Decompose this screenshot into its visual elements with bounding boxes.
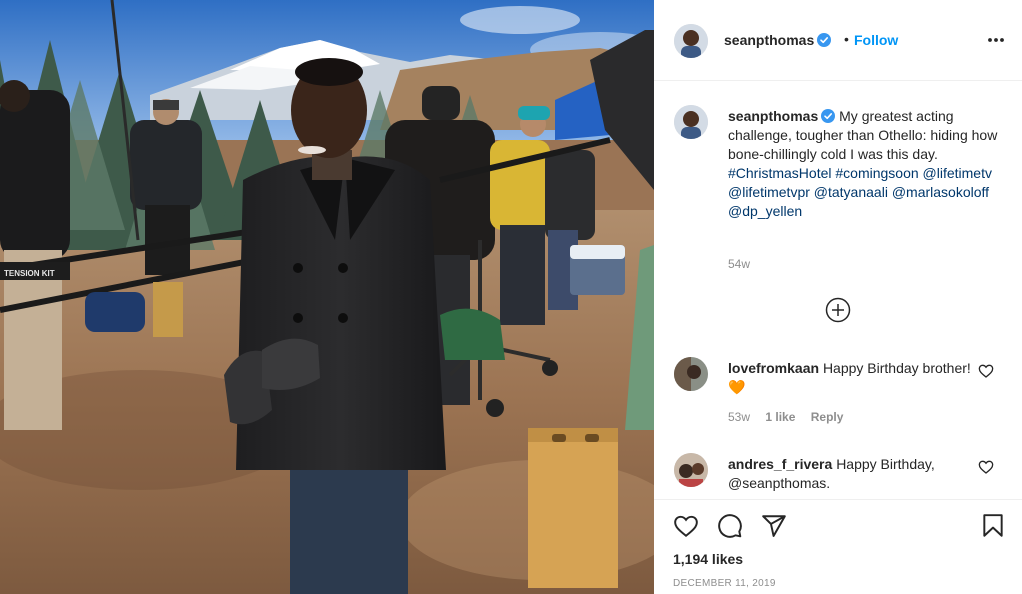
comment-text-block: lovefromkaan Happy Birthday brother! 🧡	[728, 359, 978, 397]
comment-timestamp[interactable]: 53w	[728, 410, 750, 424]
header-separator: •	[844, 31, 849, 47]
avatar-image	[674, 24, 708, 58]
caption-timestamp[interactable]: 54w	[728, 257, 750, 271]
share-icon[interactable]	[761, 513, 787, 539]
instagram-post: TENSION KIT seanpthomas • Follow seanpth…	[0, 0, 1022, 594]
heart-icon[interactable]	[673, 513, 699, 539]
verified-badge-icon	[821, 109, 836, 123]
follow-button[interactable]: Follow	[854, 32, 898, 48]
avatar-image	[674, 105, 708, 139]
author-avatar[interactable]	[674, 24, 708, 58]
author-username[interactable]: seanpthomas	[724, 32, 832, 48]
comment-meta: 53w 1 like Reply	[728, 410, 855, 424]
post-photo[interactable]: TENSION KIT	[0, 0, 654, 594]
bookmark-icon[interactable]	[980, 513, 1006, 539]
comment-icon[interactable]	[717, 513, 743, 539]
comment-like-icon[interactable]	[978, 459, 994, 475]
comments-list[interactable]: seanpthomas My greatest acting challenge…	[654, 81, 1022, 499]
comment-username[interactable]: lovefromkaan	[728, 360, 819, 376]
caption-text-block: seanpthomas My greatest acting challenge…	[728, 107, 998, 221]
post-sidebar: seanpthomas • Follow seanpthomas My grea…	[654, 0, 1022, 594]
photo-apple-box-text: TENSION KIT	[4, 269, 55, 278]
comment-like-icon[interactable]	[978, 363, 994, 379]
commenter-avatar[interactable]	[674, 453, 708, 487]
post-date[interactable]: DECEMBER 11, 2019	[673, 578, 776, 589]
reply-button[interactable]: Reply	[811, 410, 844, 424]
comment-username[interactable]: andres_f_rivera	[728, 456, 832, 472]
more-options-icon[interactable]	[986, 30, 1006, 50]
author-username-text[interactable]: seanpthomas	[724, 32, 814, 48]
caption-tags[interactable]: #ChristmasHotel #comingsoon @lifetimetv …	[728, 165, 992, 219]
likes-count[interactable]: 1,194 likes	[673, 551, 743, 567]
photo-illustration: TENSION KIT	[0, 0, 654, 594]
post-header: seanpthomas • Follow	[654, 0, 1022, 81]
comment-likes[interactable]: 1 like	[765, 410, 795, 424]
caption-avatar[interactable]	[674, 105, 708, 139]
avatar-image	[674, 453, 708, 487]
post-actions: 1,194 likes DECEMBER 11, 2019	[654, 499, 1022, 594]
avatar-image	[674, 357, 708, 391]
verified-badge-icon	[817, 33, 832, 47]
load-more-icon[interactable]	[825, 297, 851, 323]
comment-text-block: andres_f_rivera Happy Birthday, @seanpth…	[728, 455, 978, 493]
caption-username[interactable]: seanpthomas	[728, 108, 818, 124]
commenter-avatar[interactable]	[674, 357, 708, 391]
